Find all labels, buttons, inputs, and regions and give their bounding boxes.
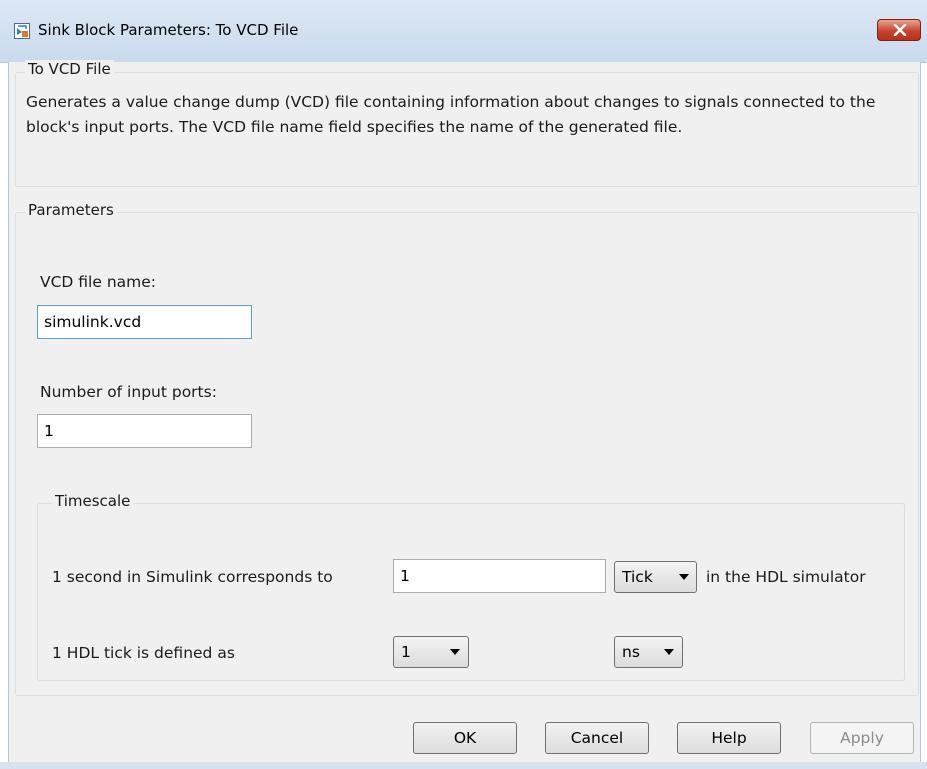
simulink-block-icon	[14, 23, 30, 39]
hdl-tick-label: 1 HDL tick is defined as	[52, 644, 235, 662]
num-input-ports-input[interactable]: 1	[37, 414, 252, 448]
time-conversion-input[interactable]: 1	[393, 559, 606, 593]
parameters-group-label: Parameters	[25, 201, 117, 219]
cancel-button[interactable]: Cancel	[545, 722, 649, 754]
tick-value: 1	[401, 643, 411, 661]
time-unit-dropdown[interactable]: Tick	[614, 561, 697, 593]
vcd-file-name-label: VCD file name:	[40, 273, 157, 291]
window-frame-bottom	[0, 762, 927, 769]
ok-button[interactable]: OK	[413, 722, 517, 754]
close-button[interactable]	[877, 19, 921, 41]
title-bar[interactable]: Sink Block Parameters: To VCD File	[0, 0, 927, 63]
close-icon	[893, 24, 907, 36]
chevron-down-icon	[679, 574, 689, 580]
chevron-down-icon	[450, 649, 460, 655]
timescale-group-label: Timescale	[52, 492, 134, 510]
dialog-window: Sink Block Parameters: To VCD File To VC…	[0, 0, 927, 769]
block-description: Generates a value change dump (VCD) file…	[26, 93, 876, 136]
help-button[interactable]: Help	[677, 722, 781, 754]
tick-value-dropdown[interactable]: 1	[393, 636, 469, 668]
apply-button[interactable]: Apply	[810, 722, 914, 754]
hdl-simulator-label: in the HDL simulator	[706, 568, 866, 586]
seconds-correspond-label: 1 second in Simulink corresponds to	[52, 568, 333, 586]
window-title: Sink Block Parameters: To VCD File	[38, 21, 299, 39]
time-unit-value: Tick	[622, 568, 653, 586]
vcd-file-name-input[interactable]: simulink.vcd	[37, 305, 252, 339]
description-group-label: To VCD File	[25, 60, 114, 78]
tick-unit-dropdown[interactable]: ns	[614, 636, 683, 668]
num-input-ports-label: Number of input ports:	[40, 383, 217, 401]
chevron-down-icon	[664, 649, 674, 655]
tick-unit-value: ns	[622, 643, 640, 661]
